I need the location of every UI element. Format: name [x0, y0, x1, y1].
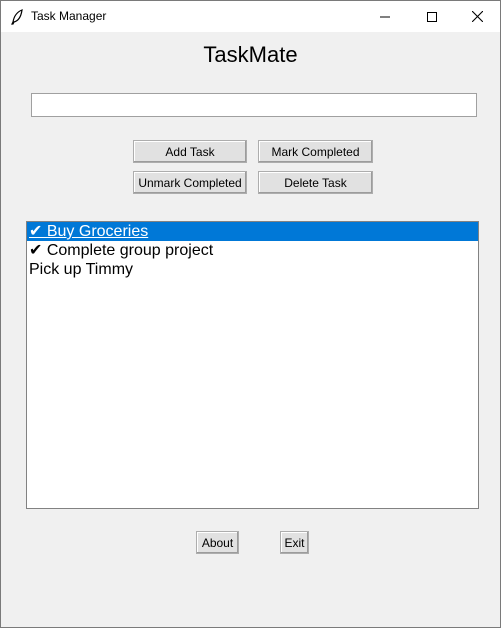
- add-task-button[interactable]: Add Task: [133, 140, 247, 163]
- task-list[interactable]: ✔ Buy Groceries ✔ Complete group project…: [26, 221, 479, 509]
- task-list-item[interactable]: ✔ Buy Groceries: [27, 222, 478, 241]
- feather-icon: [11, 9, 23, 25]
- minimize-icon: [380, 16, 390, 17]
- minimize-button[interactable]: [362, 1, 408, 32]
- task-list-item[interactable]: ✔ Complete group project: [27, 241, 478, 260]
- about-button[interactable]: About: [196, 531, 239, 554]
- exit-button[interactable]: Exit: [280, 531, 309, 554]
- delete-task-button[interactable]: Delete Task: [258, 171, 373, 194]
- unmark-completed-button[interactable]: Unmark Completed: [133, 171, 247, 194]
- app-window: Task Manager TaskMate Add Task Mark Comp…: [0, 0, 501, 628]
- window-title: Task Manager: [31, 9, 107, 23]
- title-bar[interactable]: Task Manager: [1, 1, 500, 32]
- close-icon: [471, 11, 483, 22]
- mark-completed-button[interactable]: Mark Completed: [258, 140, 373, 163]
- close-button[interactable]: [454, 1, 500, 32]
- app-heading: TaskMate: [203, 42, 298, 67]
- task-list-item[interactable]: Pick up Timmy: [27, 260, 478, 279]
- maximize-button[interactable]: [409, 1, 455, 32]
- maximize-icon: [427, 11, 437, 22]
- task-input[interactable]: [31, 93, 477, 117]
